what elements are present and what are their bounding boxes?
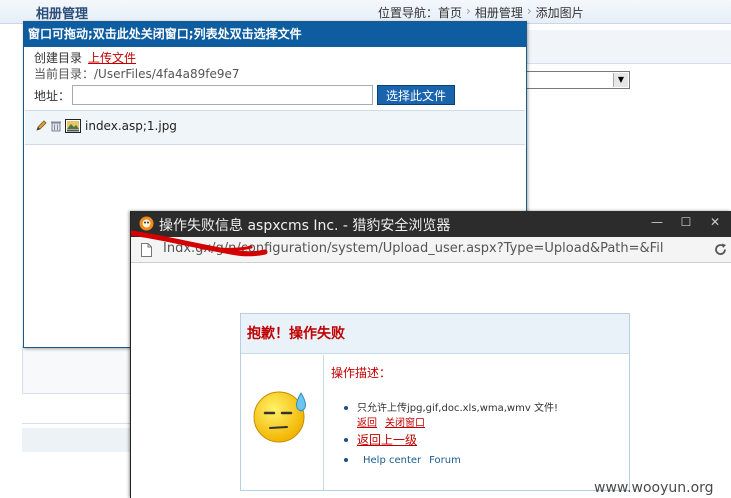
close-icon[interactable]: ✕ — [701, 211, 729, 233]
upload-file-link[interactable]: 上传文件 — [88, 50, 136, 66]
file-name[interactable]: index.asp;1.jpg — [85, 119, 177, 133]
dialog-title-bar[interactable]: 窗口可拖动;双击此处关闭窗口;列表处双击选择文件 — [24, 22, 526, 47]
error-heading: 抱歉！操作失败 — [241, 314, 629, 354]
address-label: 地址： — [34, 88, 71, 103]
browser-popup-window[interactable]: 操作失败信息 aspxcms Inc. - 猎豹安全浏览器 — ☐ ✕ Indx… — [130, 211, 731, 498]
background-row — [22, 400, 138, 424]
breadcrumb-separator: › — [466, 4, 471, 18]
error-face-cell — [241, 355, 324, 490]
breadcrumb: 位置导航：首页 › 相册管理 › 添加图片 — [378, 4, 584, 21]
background-select[interactable]: ▼ — [526, 71, 630, 89]
back-link[interactable]: 返回 — [357, 416, 377, 431]
help-item: Help center Forum — [344, 453, 621, 468]
background-footer-bar — [22, 428, 138, 452]
file-list: index.asp;1.jpg — [25, 110, 525, 145]
redaction-mark — [131, 230, 268, 257]
trash-icon[interactable] — [50, 120, 62, 132]
list-item[interactable]: index.asp;1.jpg — [35, 119, 177, 133]
back-up-link[interactable]: 返回上一级 — [357, 433, 417, 447]
error-description-label: 操作描述： — [331, 366, 392, 380]
create-directory-link[interactable]: 创建目录 — [34, 50, 82, 66]
reload-icon[interactable] — [713, 242, 728, 257]
help-center-link[interactable]: Help center — [363, 453, 421, 468]
image-file-icon — [65, 119, 81, 133]
close-window-link[interactable]: 关闭窗口 — [385, 416, 425, 431]
pencil-icon[interactable] — [35, 120, 47, 132]
breadcrumb-separator: › — [526, 4, 532, 18]
breadcrumb-album[interactable]: 相册管理 — [475, 4, 523, 21]
watermark: www.wooyun.org — [594, 480, 714, 496]
select-file-button[interactable]: 选择此文件 — [377, 85, 455, 105]
breadcrumb-add-image: 添加图片 — [535, 6, 584, 20]
maximize-icon[interactable]: ☐ — [672, 211, 700, 233]
error-message-item: 只允许上传jpg,gif,doc.xls,wma,wmv 文件! 返回 关闭窗口 — [344, 401, 621, 431]
back-up-item: 返回上一级 — [344, 433, 621, 449]
background-toolbar — [526, 30, 731, 64]
address-input[interactable] — [72, 85, 373, 105]
error-message: 只允许上传jpg,gif,doc.xls,wma,wmv 文件! — [357, 403, 558, 414]
current-directory: 当前目录：/UserFiles/4fa4a89fe9e7 — [34, 67, 240, 81]
minimize-icon[interactable]: — — [643, 211, 671, 233]
dropdown-arrow-icon: ▼ — [613, 73, 628, 87]
background-panel — [22, 346, 138, 394]
sweat-face-icon — [253, 391, 306, 443]
page-title: 相册管理 — [36, 7, 89, 22]
error-panel: 抱歉！操作失败 操作描述： 只允许上传jpg,gif,doc.xls,wma,w… — [240, 313, 630, 491]
forum-link[interactable]: Forum — [429, 453, 461, 468]
breadcrumb-home[interactable]: 位置导航：首页 — [378, 4, 462, 21]
